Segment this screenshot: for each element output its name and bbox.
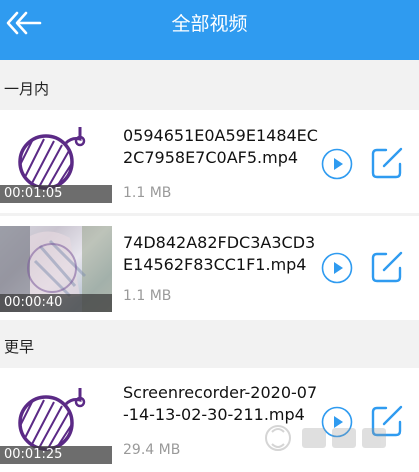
edit-button[interactable] bbox=[370, 250, 404, 284]
video-filename: 74D842A82FDC3A3CD3E14562F83CC1F1.mp4 bbox=[123, 233, 316, 274]
play-button[interactable] bbox=[321, 252, 353, 284]
video-list-item[interactable]: 00:01:05 0594651E0A59E1484EC2C7958E7C0AF… bbox=[0, 110, 419, 213]
duration-label: 00:01:05 bbox=[0, 185, 112, 203]
video-thumbnail[interactable]: 00:00:40 bbox=[0, 226, 112, 312]
edit-icon bbox=[371, 147, 403, 179]
edit-icon bbox=[371, 251, 403, 283]
page-title: 全部视频 bbox=[171, 13, 248, 35]
section-header-earlier: 更早 bbox=[4, 338, 35, 356]
video-filesize: 29.4 MB bbox=[123, 442, 181, 458]
edit-button[interactable] bbox=[370, 146, 404, 180]
video-filesize: 1.1 MB bbox=[123, 185, 172, 201]
video-list-item[interactable]: 00:00:40 74D842A82FDC3A3CD3E14562F83CC1F… bbox=[0, 216, 419, 320]
section-header-this-month: 一月内 bbox=[4, 80, 50, 98]
play-button[interactable] bbox=[321, 148, 353, 180]
video-thumbnail[interactable]: 00:01:05 bbox=[0, 117, 112, 203]
video-thumbnail[interactable]: 00:01:25 bbox=[0, 378, 112, 464]
watermark-logo bbox=[265, 425, 386, 451]
duration-label: 00:01:25 bbox=[0, 446, 112, 464]
app-header: 全部视频 bbox=[0, 0, 419, 60]
duration-label: 00:00:40 bbox=[0, 294, 112, 312]
play-icon bbox=[321, 148, 353, 180]
video-filename: 0594651E0A59E1484EC2C7958E7C0AF5.mp4 bbox=[123, 126, 318, 167]
play-icon bbox=[321, 252, 353, 284]
video-filesize: 1.1 MB bbox=[123, 288, 172, 304]
